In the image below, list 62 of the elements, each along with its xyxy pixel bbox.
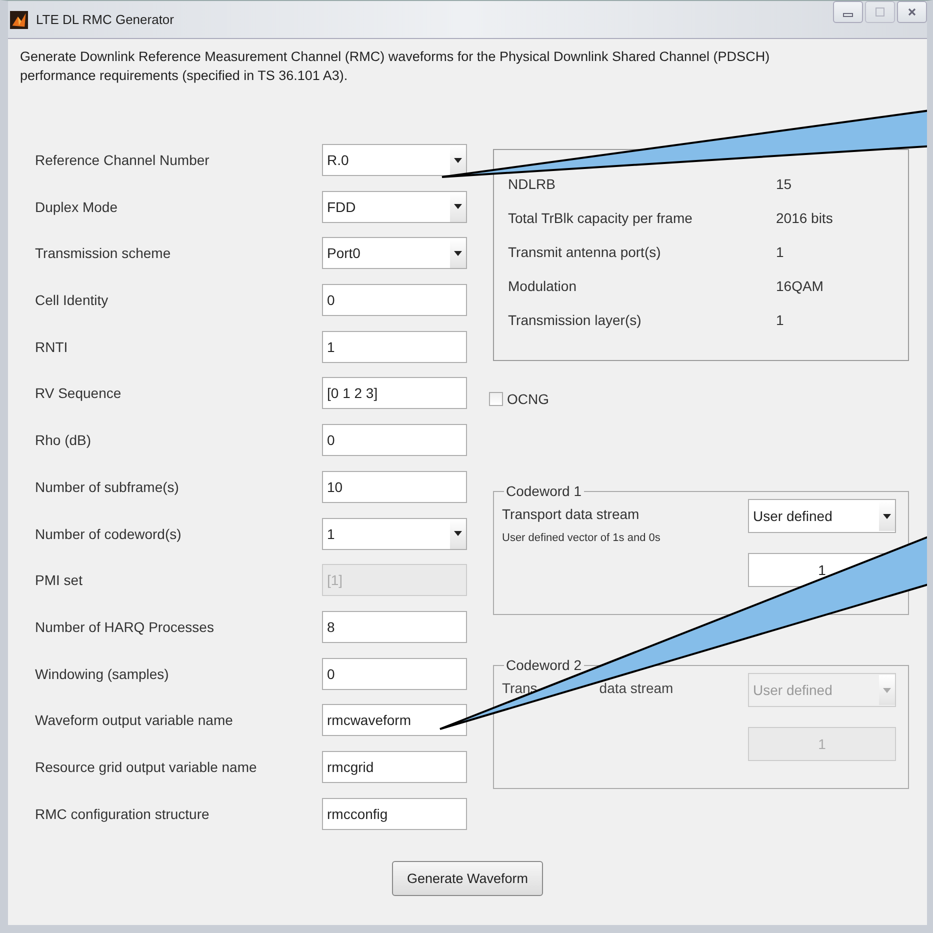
description-text: Generate Downlink Reference Measurement Channel (RMC) waveforms for the Physical Downlink Shared Channel (PDSCH) performance requirements (specified in TS 36.101 A3). xyxy=(20,48,771,85)
field-label: Resource grid output variable name xyxy=(35,758,258,775)
window-title: LTE DL RMC Generator xyxy=(36,12,175,27)
input-field[interactable]: rmcconfig xyxy=(322,798,467,830)
parameter-label: Modulation xyxy=(508,278,578,294)
input-field[interactable]: 0 xyxy=(322,658,467,690)
stream-label: Transport data stream xyxy=(502,506,640,522)
dropdown[interactable]: FDD xyxy=(322,190,467,223)
input-field[interactable]: [0 1 2 3] xyxy=(322,377,467,410)
field-label: Number of subframe(s) xyxy=(35,478,180,495)
field-label: PMI set xyxy=(35,572,84,588)
input-field[interactable]: 0 xyxy=(322,424,467,456)
caret-icon xyxy=(454,250,462,256)
input-field[interactable]: 10 xyxy=(322,470,467,503)
parameter-value: 2016 bits xyxy=(776,210,833,226)
minimize-icon xyxy=(843,13,853,17)
field-label: Rho (dB) xyxy=(35,432,92,448)
field-label: RNTI xyxy=(35,338,69,355)
parameter-value: 15 xyxy=(776,176,792,192)
parameter-value: 1 xyxy=(776,312,784,328)
caret-icon xyxy=(883,688,891,692)
caret-icon xyxy=(883,514,891,518)
parameter-value: 16QAM xyxy=(776,278,824,294)
group-title: Codeword 1 xyxy=(505,483,582,499)
field-label: Cell Identity xyxy=(35,292,110,308)
close-button[interactable] xyxy=(897,1,927,23)
parameter-label: NDLRB xyxy=(508,176,556,192)
dropdown[interactable]: Port0 xyxy=(322,237,467,270)
caret-icon xyxy=(454,204,462,210)
checkbox[interactable] xyxy=(489,392,503,406)
input-field[interactable]: 8 xyxy=(322,610,467,643)
hint-text: User defined vector of 1s and 0s xyxy=(502,532,660,544)
dropdown[interactable]: User defined xyxy=(748,499,896,533)
field-label: Waveform output variable name xyxy=(35,712,234,728)
dropdown[interactable]: R.0 xyxy=(322,144,467,176)
field-label: Windowing (samples) xyxy=(35,666,170,682)
close-icon xyxy=(906,6,918,18)
field-label: Transmission scheme xyxy=(35,245,172,262)
stream-label: data stream xyxy=(599,680,674,696)
field-label: RV Sequence xyxy=(35,385,122,402)
checkbox-label: OCNG xyxy=(507,391,549,407)
parameter-value: 1 xyxy=(776,244,784,260)
minimize-button[interactable] xyxy=(833,1,863,23)
group-title: Codeword 2 xyxy=(505,657,582,673)
dropdown[interactable]: 1 xyxy=(322,518,467,550)
input-field[interactable]: rmcgrid xyxy=(322,750,467,783)
field-label: Duplex Mode xyxy=(35,198,118,215)
field-label: Number of HARQ Processes xyxy=(35,618,215,635)
parameter-label: Total TrBlk capacity per frame xyxy=(508,210,694,226)
caret-icon xyxy=(454,158,462,162)
parameter-label: Transmission layer(s) xyxy=(508,312,642,328)
parameter-label: Transmit antenna port(s) xyxy=(508,244,662,260)
input-field[interactable]: rmcwaveform xyxy=(322,704,467,736)
field-label: RMC configuration structure xyxy=(35,806,210,822)
app-icon xyxy=(10,10,28,28)
input-field[interactable]: 0 xyxy=(322,284,467,316)
generate-waveform-button[interactable]: Generate Waveform xyxy=(392,860,544,896)
maximize-icon xyxy=(874,6,886,18)
field-label: Number of codeword(s) xyxy=(35,526,182,542)
input-field[interactable]: 1 xyxy=(322,330,467,363)
caret-icon xyxy=(454,531,462,536)
field-label: Reference Channel Number xyxy=(35,152,210,168)
